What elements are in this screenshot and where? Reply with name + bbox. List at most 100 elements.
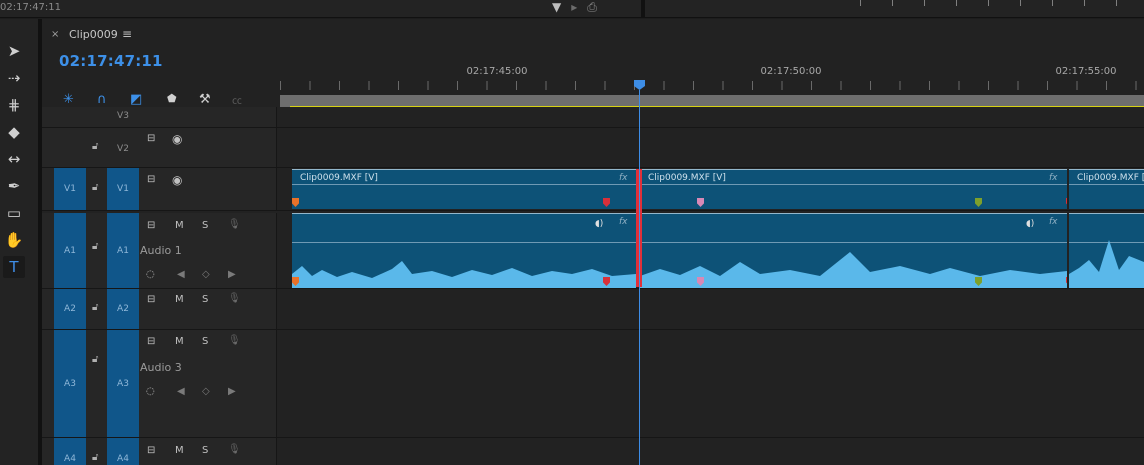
solo-button[interactable]: S [202, 294, 208, 305]
settings-wrench-icon[interactable]: ⚒ [199, 92, 211, 107]
sync-lock-icon[interactable]: ⊟ [147, 174, 155, 185]
track-a3: A3 🔓︎ A3 ⊟ M S 🎙︎ Audio 3 ◌ ◀ ◇ ▶ [42, 330, 1144, 438]
captions-icon[interactable]: ㏄ [232, 92, 242, 107]
step-icon[interactable]: ▸ [571, 0, 577, 15]
fx-badge[interactable]: fx [619, 173, 628, 183]
lock-icon[interactable]: 🔓︎ [92, 302, 98, 313]
snap-icon[interactable]: ∩ [97, 92, 107, 107]
clip-name: Clip0009.MXF [V] [648, 173, 726, 183]
type-tool-icon[interactable]: T [3, 256, 25, 278]
sync-lock-icon[interactable]: ⊟ [147, 220, 155, 231]
slip-tool-icon[interactable]: ↔ [3, 148, 25, 170]
lock-icon[interactable]: 🔓︎ [92, 141, 98, 152]
clip-name: Clip0009.MXF [V] [300, 173, 378, 183]
solo-button[interactable]: S [202, 445, 208, 456]
lock-icon[interactable]: 🔓︎ [92, 452, 98, 463]
track-area[interactable] [278, 128, 1144, 167]
audio-clip[interactable]: ◖) fx [640, 213, 1067, 288]
track-area[interactable] [278, 107, 1144, 127]
track-area[interactable] [278, 330, 1144, 437]
voiceover-mic-icon[interactable]: 🎙︎ [228, 444, 241, 455]
rectangle-tool-icon[interactable]: ▭ [3, 202, 25, 224]
source-patch-a4[interactable]: A4 [54, 438, 86, 465]
eye-icon[interactable]: ◉ [172, 173, 182, 187]
filter-icon[interactable]: ▼ [552, 0, 561, 15]
pen-tool-icon[interactable]: ✒ [3, 175, 25, 197]
keyframe-menu-icon[interactable]: ◌ [146, 269, 155, 280]
sync-lock-icon[interactable]: ⊟ [147, 336, 155, 347]
sync-lock-icon[interactable]: ⊟ [147, 294, 155, 305]
lock-icon[interactable]: 🔓︎ [92, 354, 98, 365]
track-area[interactable]: ◖) fx ◖) fx [278, 213, 1144, 288]
lock-icon[interactable]: 🔓︎ [92, 182, 98, 193]
track-a2: A2 🔓︎ A2 ⊟ M S 🎙︎ [42, 289, 1144, 330]
linked-selection-icon[interactable]: ◩ [130, 92, 142, 107]
track-name: Audio 3 [140, 361, 182, 374]
solo-button[interactable]: S [202, 336, 208, 347]
panel-divider[interactable] [641, 0, 645, 18]
sequence-tab[interactable]: Clip0009 [69, 28, 118, 41]
track-target-v1[interactable]: V1 [107, 168, 139, 210]
solo-button[interactable]: S [202, 220, 208, 231]
voiceover-mic-icon[interactable]: 🎙︎ [228, 219, 241, 230]
close-tab-icon[interactable]: × [51, 29, 59, 40]
video-clip[interactable]: Clip0009.MXF [V] fx [292, 169, 636, 209]
source-patch-v1[interactable]: V1 [54, 168, 86, 210]
panel-menu-icon[interactable]: ≡ [122, 27, 132, 41]
track-header: A1 🔓︎ A1 ⊟ M S 🎙︎ Audio 1 ◌ ◀ ◇ ▶ [42, 213, 277, 288]
eye-icon[interactable]: ◉ [172, 132, 182, 146]
add-keyframe-icon[interactable]: ◇ [202, 269, 210, 280]
track-target-a2[interactable]: A2 [107, 289, 139, 329]
clip-marker[interactable] [292, 198, 299, 207]
add-marker-icon[interactable]: ⬟ [167, 92, 177, 105]
clip-marker[interactable] [975, 198, 982, 207]
mute-button[interactable]: M [175, 336, 184, 347]
ripple-edit-tool-icon[interactable]: ⋕ [3, 94, 25, 116]
track-v3: V3 [42, 107, 1144, 128]
playhead-timecode[interactable]: 02:17:47:11 [59, 52, 163, 70]
clip-rule [292, 184, 636, 185]
next-keyframe-icon[interactable]: ▶ [228, 386, 236, 397]
track-area[interactable] [278, 438, 1144, 465]
mute-button[interactable]: M [175, 220, 184, 231]
sync-lock-icon[interactable]: ⊟ [147, 133, 155, 144]
mute-button[interactable]: M [175, 445, 184, 456]
track-area[interactable]: Clip0009.MXF [V] fx Clip0009.MXF [V] fx … [278, 168, 1144, 210]
playhead-line[interactable] [639, 90, 640, 465]
keyframe-menu-icon[interactable]: ◌ [146, 386, 155, 397]
source-patch-a3[interactable]: A3 [54, 330, 86, 437]
track-area[interactable] [278, 289, 1144, 329]
fx-badge[interactable]: fx [1049, 173, 1058, 183]
source-patch-a2[interactable]: A2 [54, 289, 86, 329]
sync-lock-icon[interactable]: ⊟ [147, 445, 155, 456]
clip-marker[interactable] [1066, 198, 1067, 207]
prev-keyframe-icon[interactable]: ◀ [177, 269, 185, 280]
prev-keyframe-icon[interactable]: ◀ [177, 386, 185, 397]
track-header: 🔓︎ V2 ⊟ ◉ [42, 128, 277, 167]
audio-clip[interactable]: ◖) fx [292, 213, 636, 288]
top-icons: ▼ ▸ ⎙ [552, 0, 597, 15]
nest-icon[interactable]: ✳ [63, 92, 74, 107]
track-target-v3[interactable]: V3 [107, 111, 139, 121]
add-keyframe-icon[interactable]: ◇ [202, 386, 210, 397]
track-target-v2[interactable]: V2 [107, 144, 139, 154]
mute-button[interactable]: M [175, 294, 184, 305]
audio-clip[interactable] [1069, 213, 1144, 288]
source-patch-a1[interactable]: A1 [54, 213, 86, 288]
next-keyframe-icon[interactable]: ▶ [228, 269, 236, 280]
video-clip[interactable]: Clip0009.MXF [V] [1069, 169, 1144, 209]
hand-tool-icon[interactable]: ✋ [3, 229, 25, 251]
razor-tool-icon[interactable]: ◆ [3, 121, 25, 143]
lock-icon[interactable]: 🔓︎ [92, 241, 98, 252]
track-target-a3[interactable]: A3 [107, 330, 139, 437]
export-frame-icon[interactable]: ⎙ [587, 0, 597, 15]
selection-tool-icon[interactable]: ➤ [3, 40, 25, 62]
track-target-a4[interactable]: A4 [107, 438, 139, 465]
clip-marker[interactable] [697, 198, 704, 207]
voiceover-mic-icon[interactable]: 🎙︎ [228, 293, 241, 304]
voiceover-mic-icon[interactable]: 🎙︎ [228, 335, 241, 346]
clip-marker[interactable] [603, 198, 610, 207]
track-target-a1[interactable]: A1 [107, 213, 139, 288]
track-select-tool-icon[interactable]: ⇢ [3, 67, 25, 89]
video-clip[interactable]: Clip0009.MXF [V] fx [640, 169, 1067, 209]
